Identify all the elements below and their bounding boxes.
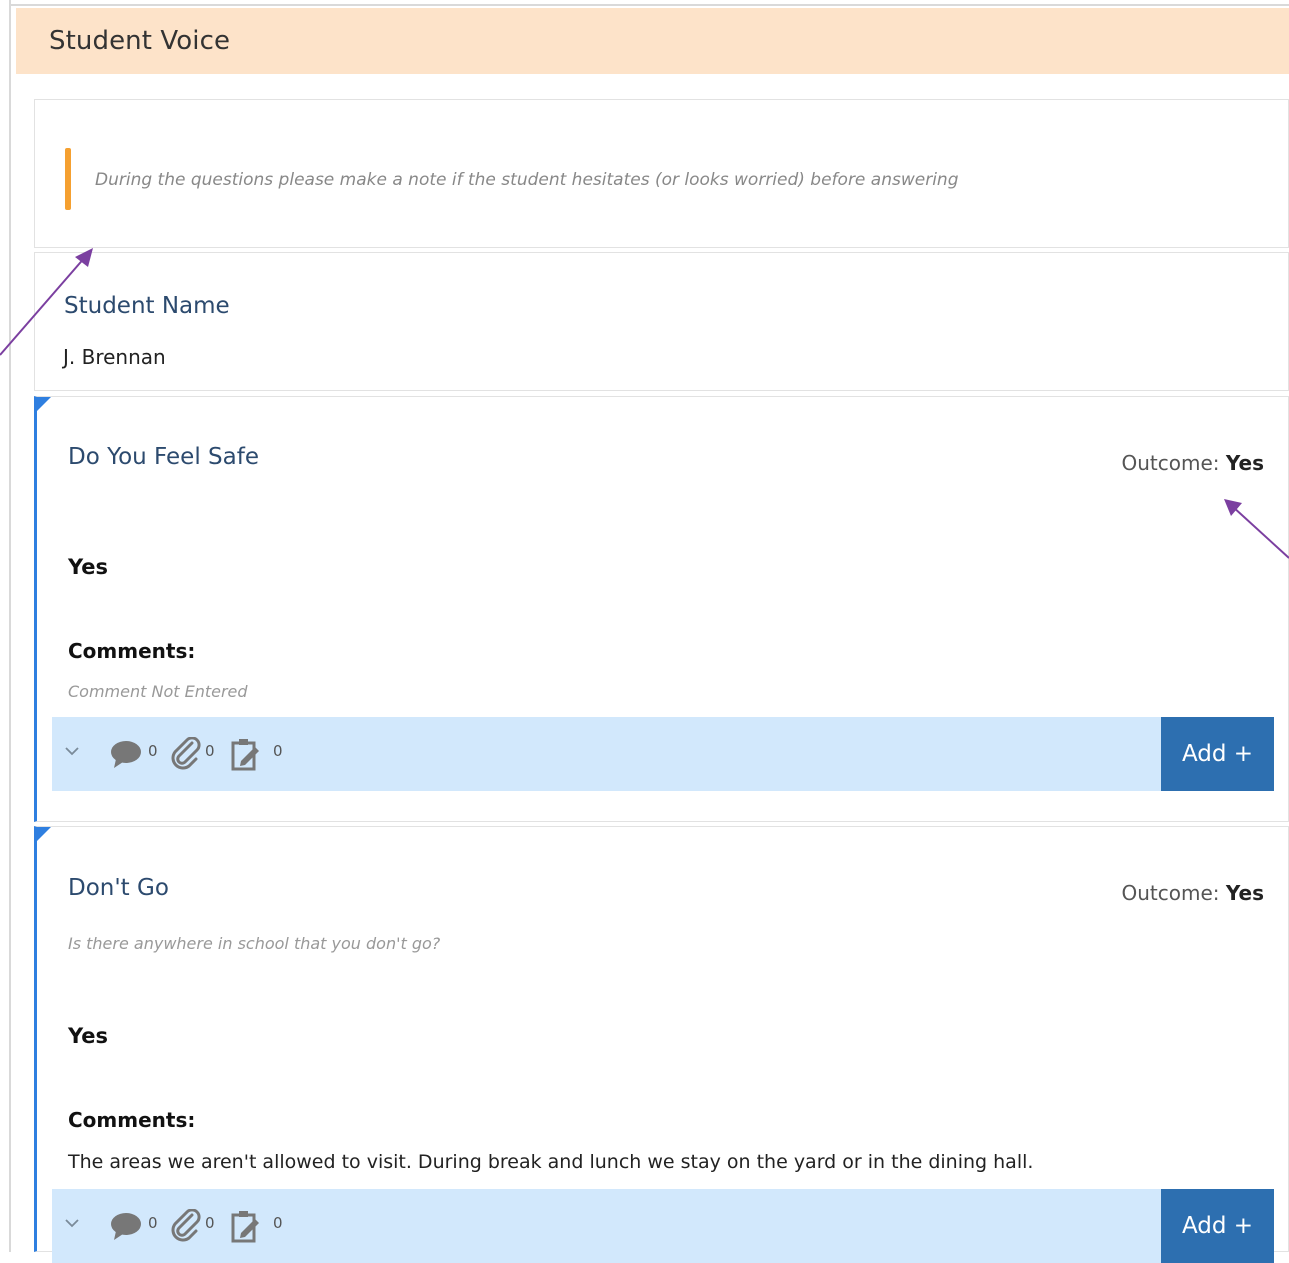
frame-top-border [9, 4, 1289, 6]
comment-text: The areas we aren't allowed to visit. Du… [68, 1151, 1034, 1173]
note-accent-bar [65, 148, 71, 210]
paperclip-icon[interactable] [170, 737, 202, 771]
instruction-note-card: During the questions please make a note … [34, 99, 1289, 248]
frame-left-border [9, 0, 11, 1252]
attachments-count: 0 [205, 1214, 215, 1232]
comment-text: Comment Not Entered [68, 682, 248, 701]
outcome-label: Outcome: [1121, 881, 1220, 905]
clipboard-edit-icon[interactable] [230, 737, 262, 771]
question-card-dont-go: Don't Go Outcome: Yes Is there anywhere … [34, 826, 1289, 1263]
card-corner-marker [37, 827, 51, 841]
speech-bubble-icon[interactable] [110, 737, 142, 771]
question-answer: Yes [68, 1024, 109, 1048]
question-outcome: Outcome: Yes [1121, 451, 1264, 475]
question-subtitle: Is there anywhere in school that you don… [68, 934, 441, 953]
question-title: Don't Go [68, 875, 169, 901]
section-header: Student Voice [16, 8, 1289, 74]
student-name-value: J. Brennan [63, 345, 166, 369]
outcome-value: Yes [1225, 451, 1264, 475]
tasks-count: 0 [273, 742, 283, 760]
question-outcome: Outcome: Yes [1121, 881, 1264, 905]
comments-label: Comments: [68, 639, 196, 663]
student-name-card: Student Name J. Brennan [34, 252, 1289, 391]
tasks-count: 0 [273, 1214, 283, 1232]
question-card-feel-safe: Do You Feel Safe Outcome: Yes Yes Commen… [34, 396, 1289, 822]
outcome-label: Outcome: [1121, 451, 1220, 475]
comments-count: 0 [148, 1214, 158, 1232]
speech-bubble-icon[interactable] [110, 1209, 142, 1243]
outcome-value: Yes [1225, 881, 1264, 905]
comments-count: 0 [148, 742, 158, 760]
question-title: Do You Feel Safe [68, 444, 259, 470]
comments-label: Comments: [68, 1108, 196, 1132]
clipboard-edit-icon[interactable] [230, 1209, 262, 1243]
student-name-label: Student Name [64, 293, 230, 319]
instruction-note-text: During the questions please make a note … [95, 170, 959, 190]
attachments-count: 0 [205, 742, 215, 760]
question-toolbar: 0 0 0 Add + [52, 717, 1274, 791]
section-title: Student Voice [49, 26, 231, 56]
card-corner-marker [37, 397, 51, 411]
chevron-down-icon[interactable] [62, 741, 82, 761]
add-button[interactable]: Add + [1161, 717, 1274, 791]
chevron-down-icon[interactable] [62, 1213, 82, 1233]
question-answer: Yes [68, 555, 109, 579]
paperclip-icon[interactable] [170, 1209, 202, 1243]
